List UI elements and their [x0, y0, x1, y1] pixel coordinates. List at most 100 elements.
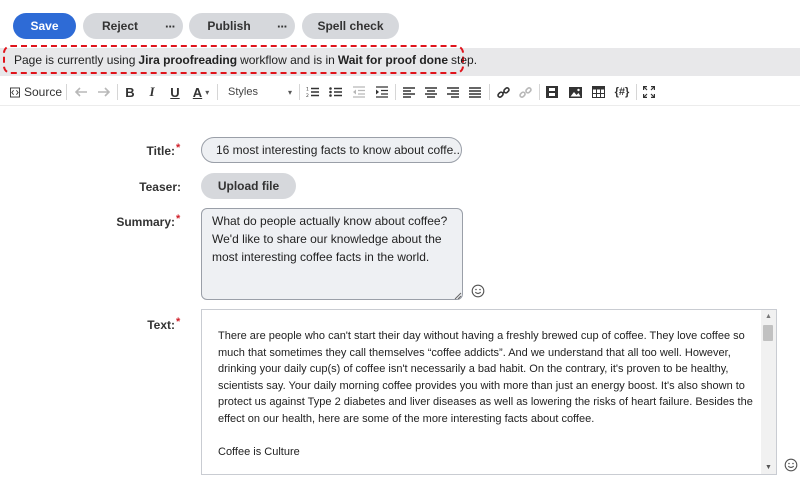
- bold-button[interactable]: B: [122, 83, 138, 101]
- justify-icon: [469, 86, 481, 98]
- chevron-down-icon: ▾: [287, 87, 292, 97]
- link-button[interactable]: [495, 83, 511, 101]
- source-label: Source: [23, 85, 62, 99]
- publish-more-button[interactable]: ···: [269, 13, 295, 39]
- text-scrollbar[interactable]: ▲ ▼: [761, 310, 776, 474]
- svg-text:2: 2: [306, 93, 309, 98]
- text-line: scientists say. Your daily morning coffe…: [218, 379, 745, 392]
- toolbar-separator: [66, 84, 67, 100]
- toolbar-separator: [539, 84, 540, 100]
- reject-more-button[interactable]: ···: [157, 13, 183, 39]
- insert-table-button[interactable]: [590, 83, 606, 101]
- workflow-prefix: Page is currently using: [14, 52, 136, 67]
- italic-button[interactable]: I: [145, 83, 159, 101]
- reject-button-group: Reject ···: [83, 13, 183, 39]
- increase-indent-button[interactable]: [373, 83, 389, 101]
- bulleted-list-icon: [328, 87, 342, 97]
- text-line: protect us against Type 2 diabetes and l…: [218, 396, 753, 408]
- text-editor[interactable]: There are people who can't start their d…: [201, 309, 777, 475]
- workflow-step-name: Wait for proof done: [337, 52, 449, 67]
- link-icon: [496, 86, 510, 98]
- align-left-icon: [403, 86, 415, 98]
- reject-button[interactable]: Reject: [83, 13, 157, 39]
- text-line: drinking your daily cup(s) of coffee isn…: [218, 363, 729, 375]
- text-line: There are people who can't start their d…: [218, 330, 745, 342]
- emoji-icon[interactable]: [784, 458, 798, 472]
- workflow-name: Jira proofreading: [138, 52, 238, 67]
- summary-line: most interesting coffee facts in the wor…: [212, 250, 430, 264]
- summary-textarea[interactable]: What do people actually know about coffe…: [201, 208, 463, 300]
- required-marker: *: [176, 213, 181, 225]
- scroll-up-icon[interactable]: ▲: [765, 313, 772, 320]
- text-line: [218, 427, 760, 444]
- title-label: Title:: [146, 144, 175, 158]
- toolbar-separator: [117, 84, 118, 100]
- align-right-button[interactable]: [445, 83, 461, 101]
- maximize-button[interactable]: [641, 83, 657, 101]
- numbered-list-button[interactable]: 12: [304, 83, 320, 101]
- source-button[interactable]: Source: [10, 83, 62, 101]
- unlink-icon: [518, 86, 532, 98]
- upload-file-button[interactable]: Upload file: [201, 173, 296, 199]
- resize-handle-icon[interactable]: [452, 290, 462, 300]
- workflow-status-notice: Page is currently using Jira proofreadin…: [3, 45, 477, 74]
- undo-button[interactable]: [72, 83, 90, 101]
- scroll-down-icon[interactable]: ▼: [765, 464, 772, 471]
- text-label: Text:: [147, 318, 175, 332]
- teaser-label: Teaser:: [139, 180, 181, 194]
- font-color-button[interactable]: A ▾: [189, 83, 213, 101]
- required-marker: *: [176, 316, 181, 328]
- indent-icon: [375, 86, 388, 98]
- save-button[interactable]: Save: [13, 13, 76, 39]
- workflow-suffix: step.: [451, 52, 478, 67]
- svg-text:1: 1: [306, 87, 309, 93]
- bulleted-list-button[interactable]: [327, 83, 343, 101]
- image-icon: [568, 86, 582, 98]
- emoji-icon[interactable]: [471, 284, 485, 298]
- toolbar-separator: [636, 84, 637, 100]
- title-input[interactable]: 16 most interesting facts to know about …: [201, 137, 462, 163]
- publish-button-group: Publish ···: [189, 13, 295, 39]
- align-right-icon: [447, 86, 459, 98]
- insert-media-button[interactable]: [544, 83, 560, 101]
- publish-button[interactable]: Publish: [189, 13, 269, 39]
- action-bar: Save Reject ··· Publish ··· Spell check: [0, 0, 800, 48]
- toolbar-separator: [395, 84, 396, 100]
- insert-placeholder-button[interactable]: {#}: [612, 83, 632, 101]
- toolbar-separator: [489, 84, 490, 100]
- maximize-icon: [643, 86, 655, 98]
- source-icon: [10, 87, 20, 97]
- summary-line: We'd like to share our knowledge about t…: [212, 232, 442, 246]
- redo-button[interactable]: [94, 83, 112, 101]
- underline-button[interactable]: U: [168, 83, 182, 101]
- outdent-icon: [352, 86, 365, 98]
- editor-toolbar: Source B I U A ▾ Styles ▾ 12 {#}: [0, 78, 800, 106]
- toolbar-separator: [217, 84, 218, 100]
- justify-button[interactable]: [467, 83, 483, 101]
- text-content: There are people who can't start their d…: [218, 328, 760, 460]
- chevron-down-icon: ▾: [205, 87, 210, 97]
- spell-check-button[interactable]: Spell check: [302, 13, 399, 39]
- align-center-icon: [425, 86, 437, 98]
- required-marker: *: [176, 142, 181, 154]
- styles-dropdown[interactable]: Styles ▾: [222, 82, 296, 102]
- align-center-button[interactable]: [423, 83, 439, 101]
- redo-icon: [97, 87, 110, 97]
- summary-label: Summary:: [116, 215, 175, 229]
- text-line: much that sometimes they call themselves…: [218, 346, 731, 359]
- unlink-button[interactable]: [517, 83, 533, 101]
- font-color-label: A: [192, 84, 203, 100]
- film-icon: [546, 86, 558, 98]
- text-line: Coffee is Culture: [218, 445, 300, 458]
- workflow-middle: workflow and is in: [240, 52, 335, 67]
- summary-line: What do people actually know about coffe…: [212, 214, 448, 228]
- numbered-list-icon: 12: [306, 87, 319, 98]
- table-icon: [591, 86, 605, 98]
- styles-label: Styles: [228, 86, 258, 98]
- scrollbar-thumb[interactable]: [763, 325, 773, 341]
- toolbar-separator: [299, 84, 300, 100]
- undo-icon: [74, 87, 87, 97]
- decrease-indent-button[interactable]: [350, 83, 366, 101]
- align-left-button[interactable]: [401, 83, 417, 101]
- insert-image-button[interactable]: [567, 83, 583, 101]
